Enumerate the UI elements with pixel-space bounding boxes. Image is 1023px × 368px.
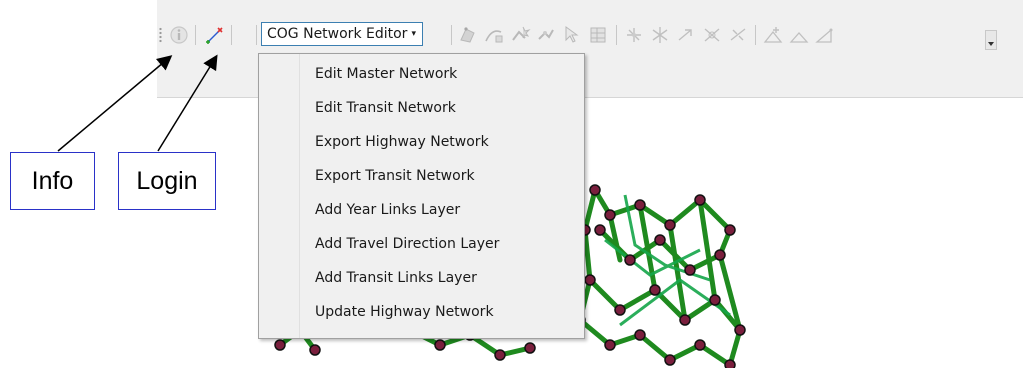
toolbar-separator [231, 25, 232, 45]
menu-item-update-highway-network[interactable]: Update Highway Network [315, 300, 494, 324]
info-callout-arrow [57, 55, 173, 152]
add-shape-icon[interactable] [814, 24, 836, 46]
edit-vertices-icon[interactable] [457, 24, 479, 46]
toolbar-overflow-button[interactable] [985, 30, 997, 50]
caret-down-icon: ▾ [411, 29, 416, 39]
link-tool-icon[interactable] [649, 24, 671, 46]
direction-tool-icon[interactable] [675, 24, 697, 46]
menu-item-edit-transit-network[interactable]: Edit Transit Network [315, 96, 456, 120]
toolbar-separator [195, 25, 196, 45]
login-callout-label: Login [118, 152, 216, 210]
toolbar-separator [256, 25, 257, 45]
add-node-icon[interactable] [762, 24, 784, 46]
add-link-icon[interactable] [788, 24, 810, 46]
login-button[interactable] [204, 24, 226, 46]
toolbar-grip[interactable] [159, 27, 162, 43]
menu-item-add-travel-direction-layer[interactable]: Add Travel Direction Layer [315, 232, 499, 256]
menu-item-edit-master-network[interactable]: Edit Master Network [315, 62, 457, 86]
cog-network-editor-dropdown[interactable]: COG Network Editor ▾ [261, 22, 423, 46]
node-tool-icon[interactable] [623, 24, 645, 46]
merge-tool-icon[interactable] [535, 24, 557, 46]
menu-item-export-transit-network[interactable]: Export Transit Network [315, 164, 475, 188]
menu-item-add-year-links-layer[interactable]: Add Year Links Layer [315, 198, 460, 222]
info-callout-label: Info [10, 152, 95, 210]
menu-item-export-highway-network[interactable]: Export Highway Network [315, 130, 489, 154]
login-icon [206, 27, 223, 44]
info-button[interactable] [168, 24, 190, 46]
route-tool-icon[interactable] [701, 24, 723, 46]
menu-icon-gutter [259, 54, 300, 338]
menu-item-add-transit-links-layer[interactable]: Add Transit Links Layer [315, 266, 477, 290]
toolbar-separator [755, 25, 756, 45]
toolbar-separator [451, 25, 452, 45]
attribute-table-icon[interactable] [587, 24, 609, 46]
info-icon [170, 26, 188, 44]
cog-network-editor-menu: Edit Master Network Edit Transit Network… [258, 53, 585, 339]
stop-tool-icon[interactable] [727, 24, 749, 46]
toolbar-separator [616, 25, 617, 45]
select-pointer-icon[interactable] [561, 24, 583, 46]
dropdown-label: COG Network Editor [267, 26, 408, 42]
split-tool-icon[interactable] [509, 24, 531, 46]
reshape-icon[interactable] [483, 24, 505, 46]
toolbar: COG Network Editor ▾ [157, 20, 1023, 50]
